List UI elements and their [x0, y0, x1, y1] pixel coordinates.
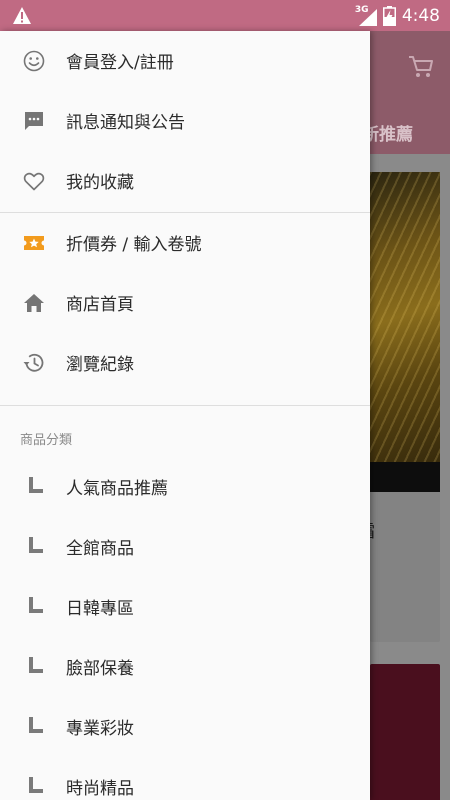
subitem-corner-icon: [29, 657, 43, 673]
background-product-card: 霜: [370, 172, 440, 642]
menu-item-label: 訊息通知與公告: [66, 113, 185, 133]
background-tab-label: 新推薦: [370, 125, 413, 145]
subitem-corner-icon: [29, 537, 43, 553]
menu-item-coupons[interactable]: 折價券 / 輸入卷號: [0, 213, 370, 273]
category-label: 專業彩妝: [66, 719, 134, 739]
category-label: 臉部保養: [66, 659, 134, 679]
category-item[interactable]: 日韓專區: [0, 577, 370, 637]
status-time: 4:48: [401, 5, 440, 26]
product-image: [370, 172, 440, 492]
history-icon: [23, 353, 44, 372]
navigation-drawer: 會員登入/註冊 訊息通知與公告 我的收藏 折價券 / 輸入卷號 商店首頁 瀏覽紀…: [0, 31, 370, 800]
menu-item-label: 折價券 / 輸入卷號: [66, 235, 202, 255]
menu-item-label: 瀏覽紀錄: [66, 355, 134, 375]
background-toolbar: [370, 31, 450, 106]
category-item[interactable]: 全館商品: [0, 517, 370, 577]
message-icon: [25, 112, 43, 130]
heart-icon: [23, 172, 45, 191]
product-image-footer: [370, 462, 440, 492]
cart-icon: [409, 56, 433, 77]
subitem-corner-icon: [29, 597, 43, 613]
menu-item-label: 我的收藏: [66, 173, 134, 193]
warning-icon: [13, 7, 31, 24]
subitem-corner-icon: [29, 717, 43, 733]
menu-item-history[interactable]: 瀏覽紀錄: [0, 333, 370, 393]
product-title: 霜: [370, 517, 375, 542]
menu-item-messages[interactable]: 訊息通知與公告: [0, 91, 370, 151]
menu-item-login[interactable]: 會員登入/註冊: [0, 31, 370, 91]
status-bar: 3G 4:48: [0, 0, 450, 31]
subitem-corner-icon: [29, 477, 43, 493]
category-item[interactable]: 人氣商品推薦: [0, 457, 370, 517]
ticket-icon: [24, 236, 44, 250]
divider: [0, 405, 370, 406]
menu-item-favorites[interactable]: 我的收藏: [0, 151, 370, 211]
category-item[interactable]: 臉部保養: [0, 637, 370, 697]
category-label: 時尚精品: [66, 779, 134, 799]
category-label: 日韓專區: [66, 599, 134, 619]
category-item[interactable]: 專業彩妝: [0, 697, 370, 757]
menu-item-store-home[interactable]: 商店首頁: [0, 273, 370, 333]
categories-header: 商品分類: [20, 433, 73, 448]
menu-item-label: 商店首頁: [66, 295, 134, 315]
cellular-signal-icon: 3G: [355, 5, 377, 26]
menu-item-label: 會員登入/註冊: [66, 53, 174, 73]
subitem-corner-icon: [29, 777, 43, 793]
smiley-icon: [23, 50, 45, 72]
home-icon: [24, 294, 44, 312]
battery-charging-icon: [382, 5, 396, 26]
background-product-card-2: [370, 664, 440, 800]
category-item[interactable]: 時尚精品: [0, 757, 370, 800]
background-tabs: 新推薦: [370, 106, 450, 154]
category-label: 全館商品: [66, 539, 134, 559]
background-app: 新推薦 霜: [370, 31, 450, 800]
category-label: 人氣商品推薦: [66, 479, 168, 499]
